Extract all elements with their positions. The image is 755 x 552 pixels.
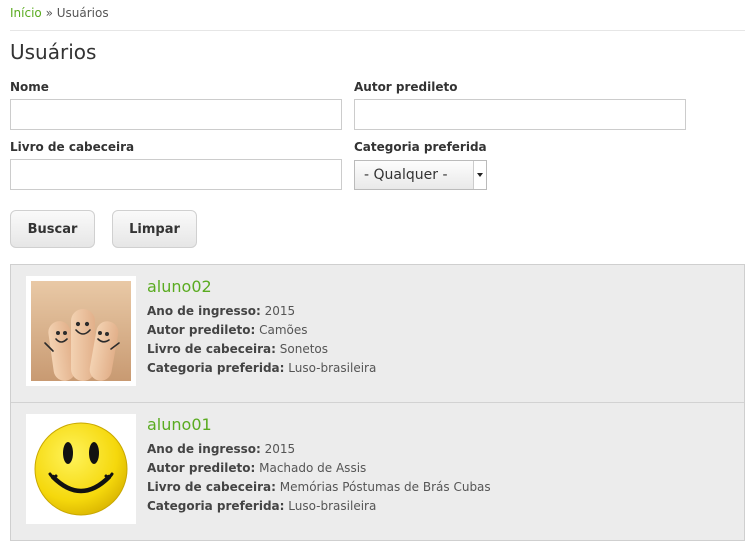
autor-predileto-input[interactable] (354, 99, 686, 130)
ano-ingresso-row: Ano de ingresso: 2015 (147, 304, 295, 318)
dropdown-arrow-icon[interactable] (473, 161, 486, 189)
ano-ingresso-value: 2015 (264, 304, 296, 318)
categoria-preferida-row: Categoria preferida: Luso-brasileira (147, 499, 376, 513)
yellow-smiley-face-icon (31, 419, 131, 519)
buscar-button[interactable]: Buscar (10, 210, 95, 248)
categoria-preferida-label: Categoria preferida (354, 140, 487, 154)
ano-ingresso-label: Ano de ingresso: (147, 442, 261, 456)
autor-predileto-field-label: Autor predileto: (147, 323, 256, 337)
autor-predileto-value: Camões (259, 323, 308, 337)
livro-cabeceira-input[interactable] (10, 159, 342, 190)
user-name-link[interactable]: aluno01 (147, 415, 212, 434)
livro-cabeceira-field-label: Livro de cabeceira: (147, 342, 276, 356)
categoria-preferida-value: Luso-brasileira (288, 361, 377, 375)
fingers-smileys-photo-icon (31, 281, 131, 381)
ano-ingresso-label: Ano de ingresso: (147, 304, 261, 318)
nome-input[interactable] (10, 99, 342, 130)
livro-cabeceira-row: Livro de cabeceira: Sonetos (147, 342, 328, 356)
autor-predileto-row: Autor predileto: Machado de Assis (147, 461, 366, 475)
results-list: aluno02 Ano de ingresso: 2015 Autor pred… (10, 264, 745, 541)
header-divider (10, 30, 745, 31)
autor-predileto-row: Autor predileto: Camões (147, 323, 308, 337)
avatar[interactable] (26, 414, 136, 524)
categoria-preferida-field-label: Categoria preferida: (147, 361, 285, 375)
avatar[interactable] (26, 276, 136, 386)
livro-cabeceira-label: Livro de cabeceira (10, 140, 135, 154)
breadcrumb: Início » Usuários (10, 6, 109, 20)
livro-cabeceira-field-label: Livro de cabeceira: (147, 480, 276, 494)
user-card: aluno01 Ano de ingresso: 2015 Autor pred… (11, 403, 744, 541)
categoria-preferida-select[interactable]: - Qualquer - (354, 160, 487, 190)
categoria-preferida-row: Categoria preferida: Luso-brasileira (147, 361, 376, 375)
autor-predileto-field-label: Autor predileto: (147, 461, 256, 475)
autor-predileto-label: Autor predileto (354, 80, 458, 94)
categoria-selected-value: - Qualquer - (364, 167, 448, 183)
page-title: Usuários (10, 40, 97, 64)
nome-label: Nome (10, 80, 49, 94)
ano-ingresso-value: 2015 (264, 442, 296, 456)
categoria-preferida-field-label: Categoria preferida: (147, 499, 285, 513)
limpar-button[interactable]: Limpar (112, 210, 197, 248)
livro-cabeceira-row: Livro de cabeceira: Memórias Póstumas de… (147, 480, 491, 494)
autor-predileto-value: Machado de Assis (259, 461, 367, 475)
breadcrumb-current: Usuários (56, 6, 109, 20)
categoria-preferida-value: Luso-brasileira (288, 499, 377, 513)
user-name-link[interactable]: aluno02 (147, 277, 212, 296)
ano-ingresso-row: Ano de ingresso: 2015 (147, 442, 295, 456)
breadcrumb-home-link[interactable]: Início (10, 6, 42, 20)
livro-cabeceira-value: Memórias Póstumas de Brás Cubas (279, 480, 491, 494)
user-card: aluno02 Ano de ingresso: 2015 Autor pred… (11, 265, 744, 403)
breadcrumb-separator: » (41, 6, 57, 20)
livro-cabeceira-value: Sonetos (279, 342, 329, 356)
